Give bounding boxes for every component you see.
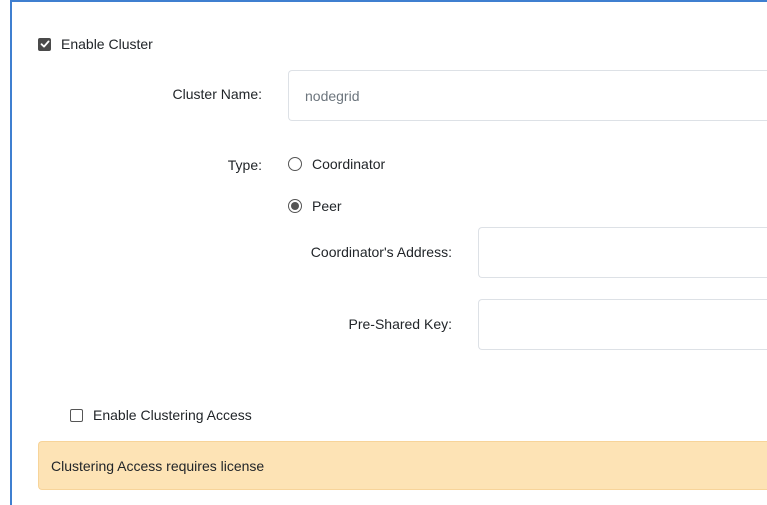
enable-clustering-access-checkbox[interactable]	[70, 408, 83, 422]
type-label: Type:	[227, 157, 262, 173]
cluster-settings-panel: Enable Cluster Cluster Name: nodegrid Ty…	[0, 0, 767, 505]
cluster-name-input[interactable]: nodegrid	[288, 70, 767, 121]
peer-radio[interactable]	[288, 199, 302, 213]
checkmark-icon	[40, 40, 49, 48]
coordinator-address-input[interactable]	[478, 227, 767, 278]
enable-clustering-access-checkbox-row[interactable]: Enable Clustering Access	[70, 405, 252, 425]
cluster-name-label: Cluster Name:	[172, 86, 262, 102]
type-option-peer[interactable]: Peer	[288, 196, 342, 216]
license-warning-alert: Clustering Access requires license	[38, 441, 767, 490]
enable-cluster-checkbox-row[interactable]: Enable Cluster	[38, 34, 153, 54]
panel-border-top	[10, 0, 767, 2]
coordinator-label: Coordinator	[312, 156, 386, 172]
type-option-coordinator[interactable]: Coordinator	[288, 154, 385, 174]
pre-shared-key-label: Pre-Shared Key:	[348, 316, 453, 332]
coordinator-address-label: Coordinator's Address:	[310, 244, 452, 260]
enable-clustering-access-label: Enable Clustering Access	[93, 407, 252, 423]
cluster-name-value: nodegrid	[305, 87, 360, 104]
pre-shared-key-input[interactable]	[478, 299, 767, 350]
enable-cluster-label: Enable Cluster	[61, 36, 153, 52]
peer-label: Peer	[312, 198, 342, 214]
coordinator-radio[interactable]	[288, 157, 302, 171]
panel-border-left	[10, 0, 12, 505]
radio-selected-dot	[291, 202, 299, 210]
enable-cluster-checkbox[interactable]	[38, 37, 51, 51]
license-warning-text: Clustering Access requires license	[51, 457, 265, 474]
